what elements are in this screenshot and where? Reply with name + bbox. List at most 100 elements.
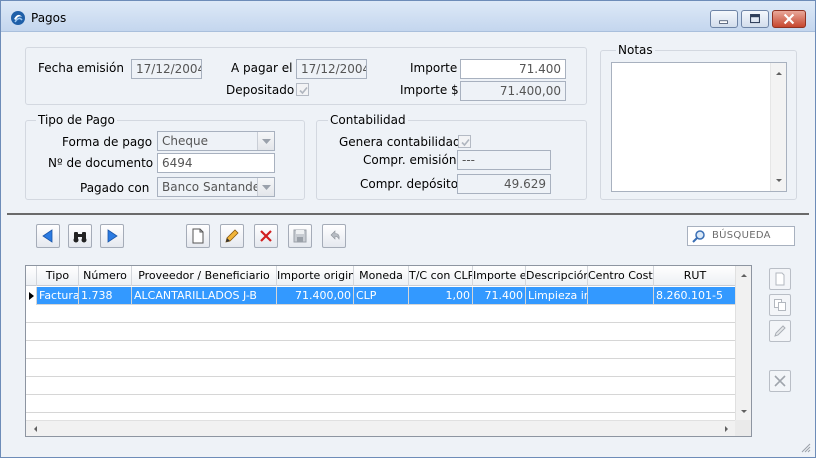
forma-pago-select[interactable]: Cheque bbox=[157, 131, 275, 151]
edit-button[interactable] bbox=[220, 224, 244, 248]
chevron-down-icon[interactable] bbox=[257, 132, 274, 150]
minimize-button[interactable] bbox=[710, 10, 738, 28]
column-header[interactable]: Centro Costo bbox=[588, 266, 654, 286]
pagos-window: Pagos Fecha emisión 17/12/2004 A pagar e… bbox=[0, 0, 816, 458]
column-header[interactable]: RUT bbox=[654, 266, 736, 286]
grid-horizontal-scrollbar[interactable] bbox=[26, 420, 736, 436]
pagado-con-select[interactable]: Banco Santander bbox=[157, 177, 275, 197]
column-header[interactable]: Importe en bbox=[473, 266, 526, 286]
app-logo-icon bbox=[11, 11, 25, 25]
fecha-emision-field[interactable]: 17/12/2004 bbox=[131, 59, 202, 79]
new-document-icon bbox=[192, 228, 204, 244]
payments-grid[interactable]: Tipo Número Proveedor / Beneficiario Imp… bbox=[25, 265, 752, 437]
scroll-up-icon[interactable] bbox=[736, 268, 752, 284]
maximize-button[interactable] bbox=[741, 10, 769, 28]
cell-centro-costo[interactable] bbox=[588, 287, 654, 305]
binoculars-icon bbox=[73, 232, 87, 243]
scroll-left-icon[interactable] bbox=[28, 421, 44, 437]
cell-tipo[interactable]: Factura bbox=[37, 287, 79, 305]
search-box[interactable]: BÚSQUEDA bbox=[687, 226, 795, 246]
resize-grip-icon[interactable] bbox=[799, 441, 811, 453]
cell-descripcion[interactable]: Limpieza ins bbox=[526, 287, 588, 305]
previous-record-button[interactable] bbox=[36, 224, 60, 248]
column-header[interactable]: Descripción bbox=[526, 266, 588, 286]
scroll-down-icon[interactable] bbox=[771, 172, 787, 188]
cell-tc-clp[interactable]: 1,00 bbox=[409, 287, 473, 305]
next-record-button[interactable] bbox=[100, 224, 124, 248]
new-button[interactable] bbox=[186, 224, 210, 248]
depositado-label: Depositado bbox=[226, 83, 295, 97]
column-header[interactable]: T/C con CLP bbox=[409, 266, 473, 286]
remove-icon bbox=[774, 375, 786, 387]
notas-textarea[interactable] bbox=[611, 62, 787, 192]
tipo-pago-title: Tipo de Pago bbox=[36, 113, 117, 127]
title-bar[interactable]: Pagos bbox=[1, 1, 815, 32]
contabilidad-title: Contabilidad bbox=[328, 113, 408, 127]
cell-proveedor[interactable]: ALCANTARILLADOS J-B bbox=[132, 287, 277, 305]
close-button[interactable] bbox=[772, 10, 806, 28]
grid-header: Tipo Número Proveedor / Beneficiario Imp… bbox=[26, 266, 736, 286]
column-header[interactable]: Importe original bbox=[277, 266, 354, 286]
column-header[interactable]: Moneda bbox=[354, 266, 409, 286]
scroll-right-icon[interactable] bbox=[718, 421, 734, 437]
scroll-down-icon[interactable] bbox=[736, 403, 752, 419]
table-row[interactable] bbox=[26, 323, 736, 341]
compr-emision-label: Compr. emisión bbox=[363, 153, 457, 167]
pagado-con-value: Banco Santander bbox=[162, 180, 266, 194]
compr-deposito-label: Compr. depósito bbox=[360, 177, 459, 191]
table-row[interactable] bbox=[26, 305, 736, 323]
section-separator bbox=[7, 213, 809, 215]
add-row-button[interactable] bbox=[769, 268, 791, 290]
chevron-down-icon[interactable] bbox=[257, 178, 274, 196]
cell-numero[interactable]: 1.738 bbox=[79, 287, 132, 305]
current-row-arrow-icon bbox=[29, 292, 34, 300]
importe-field[interactable]: 71.400 bbox=[460, 59, 566, 79]
delete-x-icon bbox=[260, 230, 272, 242]
search-placeholder: BÚSQUEDA bbox=[712, 230, 771, 241]
delete-button[interactable] bbox=[254, 224, 278, 248]
row-header-corner bbox=[26, 266, 37, 286]
find-button[interactable] bbox=[68, 224, 92, 248]
pencil-icon bbox=[225, 229, 239, 243]
genera-contabilidad-label: Genera contabilidad bbox=[339, 135, 461, 149]
edit-row-button[interactable] bbox=[769, 320, 791, 342]
table-row[interactable] bbox=[26, 359, 736, 377]
cell-rut[interactable]: 8.260.101-5 bbox=[654, 287, 736, 305]
grid-vertical-scrollbar[interactable] bbox=[735, 266, 751, 421]
window-title: Pagos bbox=[31, 11, 67, 25]
save-disk-icon bbox=[293, 229, 307, 243]
table-row[interactable] bbox=[26, 395, 736, 413]
compr-deposito-field[interactable]: 49.629 bbox=[457, 174, 551, 194]
cell-importe-en[interactable]: 71.400 bbox=[473, 287, 526, 305]
column-header[interactable]: Proveedor / Beneficiario bbox=[132, 266, 277, 286]
a-pagar-label: A pagar el bbox=[231, 61, 293, 75]
cell-importe-original[interactable]: 71.400,00 bbox=[277, 287, 354, 305]
column-header[interactable]: Número bbox=[79, 266, 132, 286]
scroll-corner bbox=[735, 420, 751, 436]
remove-row-button[interactable] bbox=[769, 370, 791, 392]
pagado-con-label: Pagado con bbox=[80, 181, 150, 195]
table-row[interactable] bbox=[26, 377, 736, 395]
importe-label: Importe bbox=[410, 61, 458, 75]
importe-pesos-field[interactable]: 71.400,00 bbox=[460, 81, 566, 101]
undo-button[interactable] bbox=[322, 224, 346, 248]
genera-contabilidad-checkbox[interactable] bbox=[458, 135, 471, 148]
notas-title: Notas bbox=[616, 43, 655, 57]
compr-emision-field[interactable]: --- bbox=[457, 150, 551, 170]
arrow-left-icon bbox=[42, 229, 53, 243]
table-row[interactable]: Factura 1.738 ALCANTARILLADOS J-B 71.400… bbox=[26, 287, 736, 305]
row-indicator[interactable] bbox=[26, 287, 37, 305]
arrow-right-icon bbox=[107, 229, 118, 243]
a-pagar-field[interactable]: 17/12/2004 bbox=[296, 59, 367, 79]
depositado-checkbox[interactable] bbox=[296, 83, 309, 96]
documento-field[interactable]: 6494 bbox=[157, 153, 275, 173]
copy-row-button[interactable] bbox=[769, 294, 791, 316]
save-button[interactable] bbox=[288, 224, 312, 248]
notas-scrollbar[interactable] bbox=[770, 63, 786, 191]
search-icon bbox=[692, 230, 705, 243]
column-header[interactable]: Tipo bbox=[37, 266, 79, 286]
cell-moneda[interactable]: CLP bbox=[354, 287, 409, 305]
undo-icon bbox=[330, 230, 340, 240]
scroll-up-icon[interactable] bbox=[771, 66, 787, 82]
table-row[interactable] bbox=[26, 341, 736, 359]
